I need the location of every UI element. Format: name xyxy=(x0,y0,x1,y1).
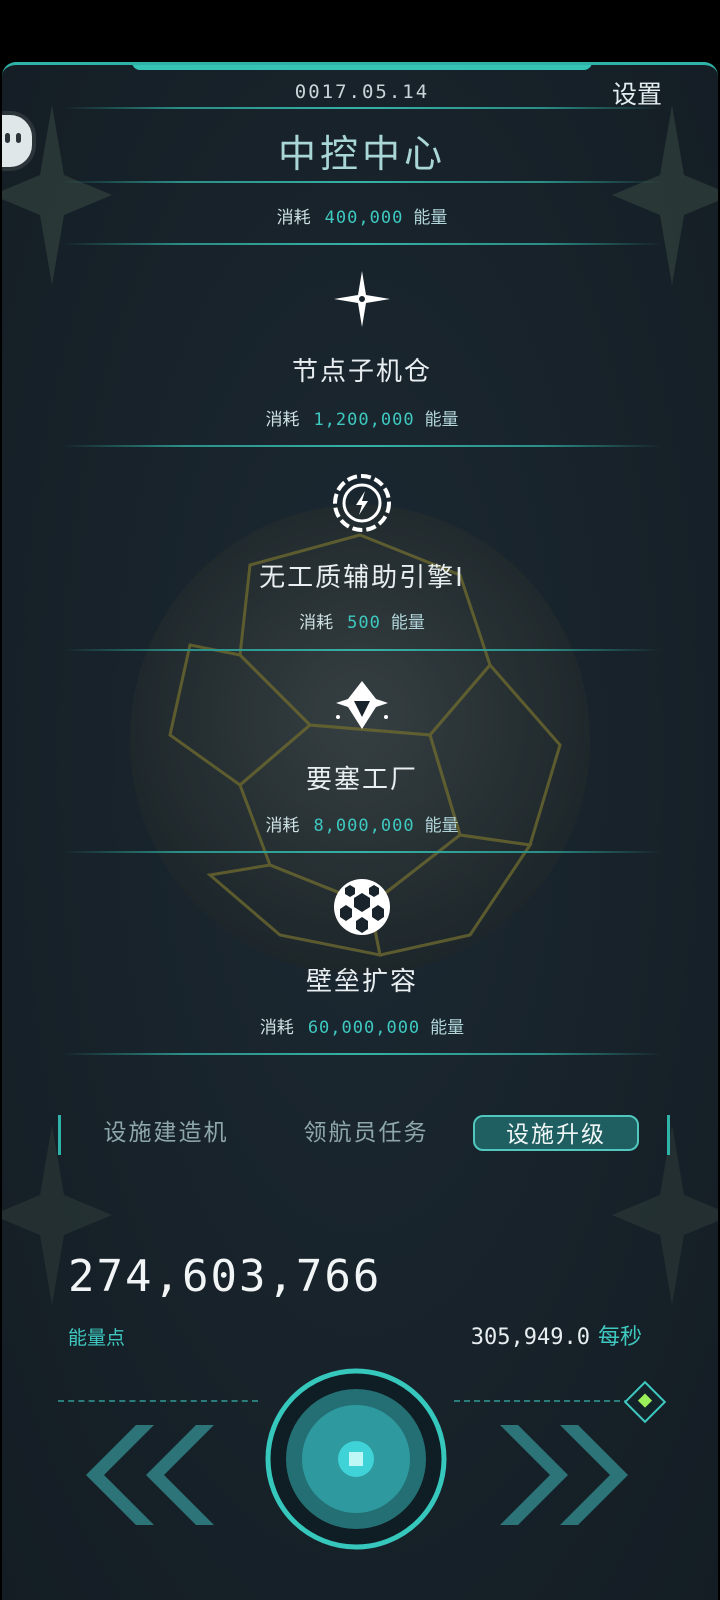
cost-label: 消耗 xyxy=(276,208,311,228)
tab-navigator-missions[interactable]: 领航员任务 xyxy=(271,1115,461,1151)
control-dash-line-right xyxy=(454,1400,630,1402)
cost-label: 消耗 xyxy=(259,1018,294,1038)
upgrade-cost: 消耗 500 能量 xyxy=(2,608,718,633)
top-frame-notch xyxy=(132,65,592,70)
upgrade-cost: 消耗 8,000,000 能量 xyxy=(2,811,718,836)
upgrade-name: 要塞工厂 xyxy=(305,765,418,795)
previous-arrow-icon[interactable] xyxy=(66,1420,216,1530)
divider xyxy=(62,1053,662,1055)
upgrade-cost: 消耗 1,200,000 能量 xyxy=(2,405,718,430)
diamond-indicator-icon[interactable] xyxy=(623,1380,667,1424)
tab-facility-builder[interactable]: 设施建造机 xyxy=(71,1115,261,1151)
cost-label: 消耗 xyxy=(265,816,300,836)
upgrade-name: 无工质辅助引擎I xyxy=(259,563,465,593)
energy-label: 能量点 xyxy=(68,1327,126,1349)
divider xyxy=(62,243,662,245)
cost-unit: 能量 xyxy=(430,1018,465,1038)
game-date: 0017.05.14 xyxy=(294,81,430,103)
cost-label: 消耗 xyxy=(265,410,300,430)
spaceship-icon xyxy=(336,681,388,729)
cost-value: 1,200,000 xyxy=(313,410,415,430)
lightning-gear-icon xyxy=(333,474,391,532)
sparkle-icon xyxy=(334,271,390,327)
divider xyxy=(62,649,662,651)
energy-rate: 305,949.0 每秒 xyxy=(471,1319,642,1351)
cost-value: 60,000,000 xyxy=(307,1018,421,1038)
tab-bar: 设施建造机 领航员任务 设施升级 xyxy=(58,1115,670,1155)
divider xyxy=(62,107,662,109)
top-cost-row: 消耗 400,000 能量 xyxy=(2,203,718,228)
energy-rate-unit: 每秒 xyxy=(597,1325,642,1350)
cost-unit: 能量 xyxy=(413,208,448,228)
divider xyxy=(62,181,662,183)
cost-unit: 能量 xyxy=(424,816,459,836)
next-arrow-icon[interactable] xyxy=(498,1420,648,1530)
upgrade-cost: 消耗 60,000,000 能量 xyxy=(2,1013,718,1038)
game-screen: 0017.05.14 设置 中控中心 消耗 400,000 能量 节点子机仓 消耗 1… xyxy=(0,0,720,1600)
main-panel: 0017.05.14 设置 中控中心 消耗 400,000 能量 节点子机仓 消耗 1… xyxy=(2,62,718,1600)
cost-value: 500 xyxy=(347,613,381,633)
cost-unit: 能量 xyxy=(390,613,425,633)
tab-facility-upgrade[interactable]: 设施升级 xyxy=(473,1115,639,1151)
energy-rate-value: 305,949.0 xyxy=(470,1325,590,1350)
page-title: 中控中心 xyxy=(277,132,446,176)
upgrade-name: 节点子机仓 xyxy=(291,357,432,387)
center-control-button[interactable] xyxy=(264,1367,448,1551)
energy-total: 274,603,766 xyxy=(68,1251,382,1302)
hex-sphere-icon xyxy=(334,879,390,935)
control-dash-line-left xyxy=(58,1400,258,1402)
settings-button[interactable]: 设置 xyxy=(612,75,662,111)
divider xyxy=(62,851,662,853)
cost-value: 8,000,000 xyxy=(313,816,415,836)
cost-unit: 能量 xyxy=(424,410,459,430)
cost-label: 消耗 xyxy=(299,613,334,633)
cost-value: 400,000 xyxy=(324,208,404,228)
upgrade-name: 壁垒扩容 xyxy=(305,967,418,997)
divider xyxy=(62,445,662,447)
